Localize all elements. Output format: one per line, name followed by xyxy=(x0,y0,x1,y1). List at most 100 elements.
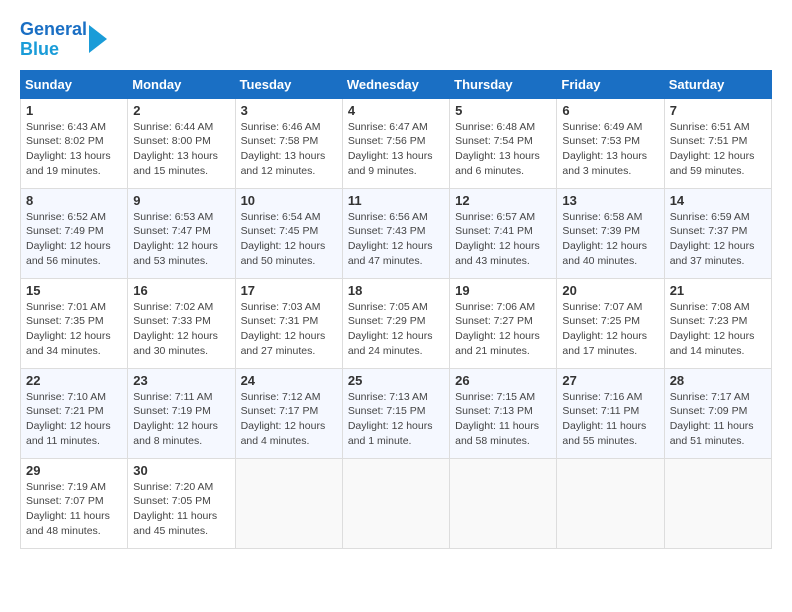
column-header-sunday: Sunday xyxy=(21,70,128,98)
day-info: Sunrise: 6:57 AM Sunset: 7:41 PM Dayligh… xyxy=(455,210,551,269)
day-number: 14 xyxy=(670,193,766,208)
calendar-cell: 14 Sunrise: 6:59 AM Sunset: 7:37 PM Dayli… xyxy=(664,188,771,278)
day-info: Sunrise: 7:13 AM Sunset: 7:15 PM Dayligh… xyxy=(348,390,444,449)
calendar-cell xyxy=(450,458,557,548)
day-info: Sunrise: 7:17 AM Sunset: 7:09 PM Dayligh… xyxy=(670,390,766,449)
day-info: Sunrise: 6:51 AM Sunset: 7:51 PM Dayligh… xyxy=(670,120,766,179)
calendar-cell: 2 Sunrise: 6:44 AM Sunset: 8:00 PM Daylig… xyxy=(128,98,235,188)
day-info: Sunrise: 6:43 AM Sunset: 8:02 PM Dayligh… xyxy=(26,120,122,179)
day-number: 28 xyxy=(670,373,766,388)
day-info: Sunrise: 7:06 AM Sunset: 7:27 PM Dayligh… xyxy=(455,300,551,359)
calendar-cell: 23 Sunrise: 7:11 AM Sunset: 7:19 PM Dayli… xyxy=(128,368,235,458)
calendar-cell: 11Sunrise: 6:56 AM Sunset: 7:43 PM Dayli… xyxy=(342,188,449,278)
logo-general: General xyxy=(20,19,87,39)
day-info: Sunrise: 6:49 AM Sunset: 7:53 PM Dayligh… xyxy=(562,120,658,179)
day-info: Sunrise: 6:59 AM Sunset: 7:37 PM Dayligh… xyxy=(670,210,766,269)
logo: General Blue xyxy=(20,20,107,60)
calendar-cell: 5 Sunrise: 6:48 AM Sunset: 7:54 PM Daylig… xyxy=(450,98,557,188)
day-number: 15 xyxy=(26,283,122,298)
week-row-2: 8 Sunrise: 6:52 AM Sunset: 7:49 PM Daylig… xyxy=(21,188,772,278)
calendar-cell: 4 Sunrise: 6:47 AM Sunset: 7:56 PM Daylig… xyxy=(342,98,449,188)
calendar-table: SundayMondayTuesdayWednesdayThursdayFrid… xyxy=(20,70,772,549)
calendar-cell: 18 Sunrise: 7:05 AM Sunset: 7:29 PM Dayli… xyxy=(342,278,449,368)
calendar-cell: 26Sunrise: 7:15 AM Sunset: 7:13 PM Dayli… xyxy=(450,368,557,458)
day-info: Sunrise: 7:15 AM Sunset: 7:13 PM Dayligh… xyxy=(455,390,551,449)
day-number: 30 xyxy=(133,463,229,478)
day-info: Sunrise: 6:53 AM Sunset: 7:47 PM Dayligh… xyxy=(133,210,229,269)
column-header-friday: Friday xyxy=(557,70,664,98)
calendar-cell: 3Sunrise: 6:46 AM Sunset: 7:58 PM Daylig… xyxy=(235,98,342,188)
day-info: Sunrise: 7:11 AM Sunset: 7:19 PM Dayligh… xyxy=(133,390,229,449)
day-info: Sunrise: 6:46 AM Sunset: 7:58 PM Dayligh… xyxy=(241,120,337,179)
day-info: Sunrise: 6:44 AM Sunset: 8:00 PM Dayligh… xyxy=(133,120,229,179)
day-number: 29 xyxy=(26,463,122,478)
column-header-tuesday: Tuesday xyxy=(235,70,342,98)
day-info: Sunrise: 7:01 AM Sunset: 7:35 PM Dayligh… xyxy=(26,300,122,359)
day-info: Sunrise: 7:20 AM Sunset: 7:05 PM Dayligh… xyxy=(133,480,229,539)
day-number: 13 xyxy=(562,193,658,208)
calendar-cell: 19 Sunrise: 7:06 AM Sunset: 7:27 PM Dayli… xyxy=(450,278,557,368)
calendar-cell xyxy=(235,458,342,548)
day-number: 18 xyxy=(348,283,444,298)
calendar-cell: 24 Sunrise: 7:12 AM Sunset: 7:17 PM Dayli… xyxy=(235,368,342,458)
day-info: Sunrise: 7:07 AM Sunset: 7:25 PM Dayligh… xyxy=(562,300,658,359)
calendar-cell xyxy=(557,458,664,548)
calendar-cell: 16Sunrise: 7:02 AM Sunset: 7:33 PM Dayli… xyxy=(128,278,235,368)
day-number: 4 xyxy=(348,103,444,118)
calendar-cell xyxy=(664,458,771,548)
day-info: Sunrise: 6:47 AM Sunset: 7:56 PM Dayligh… xyxy=(348,120,444,179)
day-number: 19 xyxy=(455,283,551,298)
calendar-cell: 29 Sunrise: 7:19 AM Sunset: 7:07 PM Dayli… xyxy=(21,458,128,548)
day-number: 21 xyxy=(670,283,766,298)
day-info: Sunrise: 6:48 AM Sunset: 7:54 PM Dayligh… xyxy=(455,120,551,179)
week-row-5: 29 Sunrise: 7:19 AM Sunset: 7:07 PM Dayli… xyxy=(21,458,772,548)
calendar-cell: 20 Sunrise: 7:07 AM Sunset: 7:25 PM Dayli… xyxy=(557,278,664,368)
column-header-monday: Monday xyxy=(128,70,235,98)
day-number: 22 xyxy=(26,373,122,388)
calendar-cell: 10 Sunrise: 6:54 AM Sunset: 7:45 PM Dayli… xyxy=(235,188,342,278)
day-number: 7 xyxy=(670,103,766,118)
day-number: 6 xyxy=(562,103,658,118)
day-info: Sunrise: 7:19 AM Sunset: 7:07 PM Dayligh… xyxy=(26,480,122,539)
calendar-cell: 7 Sunrise: 6:51 AM Sunset: 7:51 PM Daylig… xyxy=(664,98,771,188)
day-info: Sunrise: 7:10 AM Sunset: 7:21 PM Dayligh… xyxy=(26,390,122,449)
logo-text: General Blue xyxy=(20,20,87,60)
day-info: Sunrise: 7:02 AM Sunset: 7:33 PM Dayligh… xyxy=(133,300,229,359)
calendar-cell: 30 Sunrise: 7:20 AM Sunset: 7:05 PM Dayli… xyxy=(128,458,235,548)
day-number: 11 xyxy=(348,193,444,208)
day-number: 17 xyxy=(241,283,337,298)
day-number: 25 xyxy=(348,373,444,388)
week-row-1: 1 Sunrise: 6:43 AM Sunset: 8:02 PM Daylig… xyxy=(21,98,772,188)
day-number: 27 xyxy=(562,373,658,388)
day-number: 24 xyxy=(241,373,337,388)
day-number: 20 xyxy=(562,283,658,298)
day-info: Sunrise: 7:16 AM Sunset: 7:11 PM Dayligh… xyxy=(562,390,658,449)
calendar-cell: 12 Sunrise: 6:57 AM Sunset: 7:41 PM Dayli… xyxy=(450,188,557,278)
logo-arrow-icon xyxy=(89,25,107,53)
calendar-cell: 27 Sunrise: 7:16 AM Sunset: 7:11 PM Dayli… xyxy=(557,368,664,458)
calendar-cell: 6 Sunrise: 6:49 AM Sunset: 7:53 PM Daylig… xyxy=(557,98,664,188)
day-info: Sunrise: 6:54 AM Sunset: 7:45 PM Dayligh… xyxy=(241,210,337,269)
week-row-4: 22 Sunrise: 7:10 AM Sunset: 7:21 PM Dayli… xyxy=(21,368,772,458)
calendar-cell: 17 Sunrise: 7:03 AM Sunset: 7:31 PM Dayli… xyxy=(235,278,342,368)
day-info: Sunrise: 6:52 AM Sunset: 7:49 PM Dayligh… xyxy=(26,210,122,269)
day-number: 12 xyxy=(455,193,551,208)
day-number: 2 xyxy=(133,103,229,118)
day-info: Sunrise: 7:12 AM Sunset: 7:17 PM Dayligh… xyxy=(241,390,337,449)
week-row-3: 15 Sunrise: 7:01 AM Sunset: 7:35 PM Dayli… xyxy=(21,278,772,368)
day-number: 1 xyxy=(26,103,122,118)
day-info: Sunrise: 7:08 AM Sunset: 7:23 PM Dayligh… xyxy=(670,300,766,359)
day-info: Sunrise: 6:58 AM Sunset: 7:39 PM Dayligh… xyxy=(562,210,658,269)
day-number: 10 xyxy=(241,193,337,208)
day-number: 5 xyxy=(455,103,551,118)
day-number: 8 xyxy=(26,193,122,208)
day-info: Sunrise: 7:05 AM Sunset: 7:29 PM Dayligh… xyxy=(348,300,444,359)
day-info: Sunrise: 7:03 AM Sunset: 7:31 PM Dayligh… xyxy=(241,300,337,359)
calendar-cell: 28 Sunrise: 7:17 AM Sunset: 7:09 PM Dayli… xyxy=(664,368,771,458)
day-number: 23 xyxy=(133,373,229,388)
column-header-thursday: Thursday xyxy=(450,70,557,98)
calendar-header-row: SundayMondayTuesdayWednesdayThursdayFrid… xyxy=(21,70,772,98)
calendar-cell: 25 Sunrise: 7:13 AM Sunset: 7:15 PM Dayli… xyxy=(342,368,449,458)
calendar-cell: 8 Sunrise: 6:52 AM Sunset: 7:49 PM Daylig… xyxy=(21,188,128,278)
page-header: General Blue xyxy=(20,20,772,60)
